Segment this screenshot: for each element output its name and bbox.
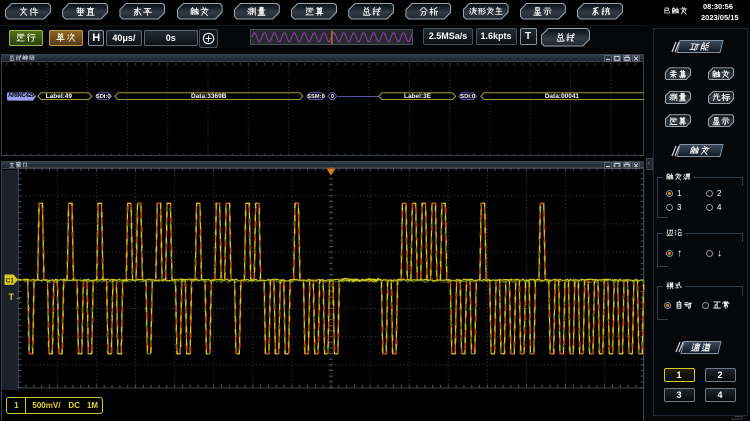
svg-text:C1: C1 [6, 277, 15, 284]
